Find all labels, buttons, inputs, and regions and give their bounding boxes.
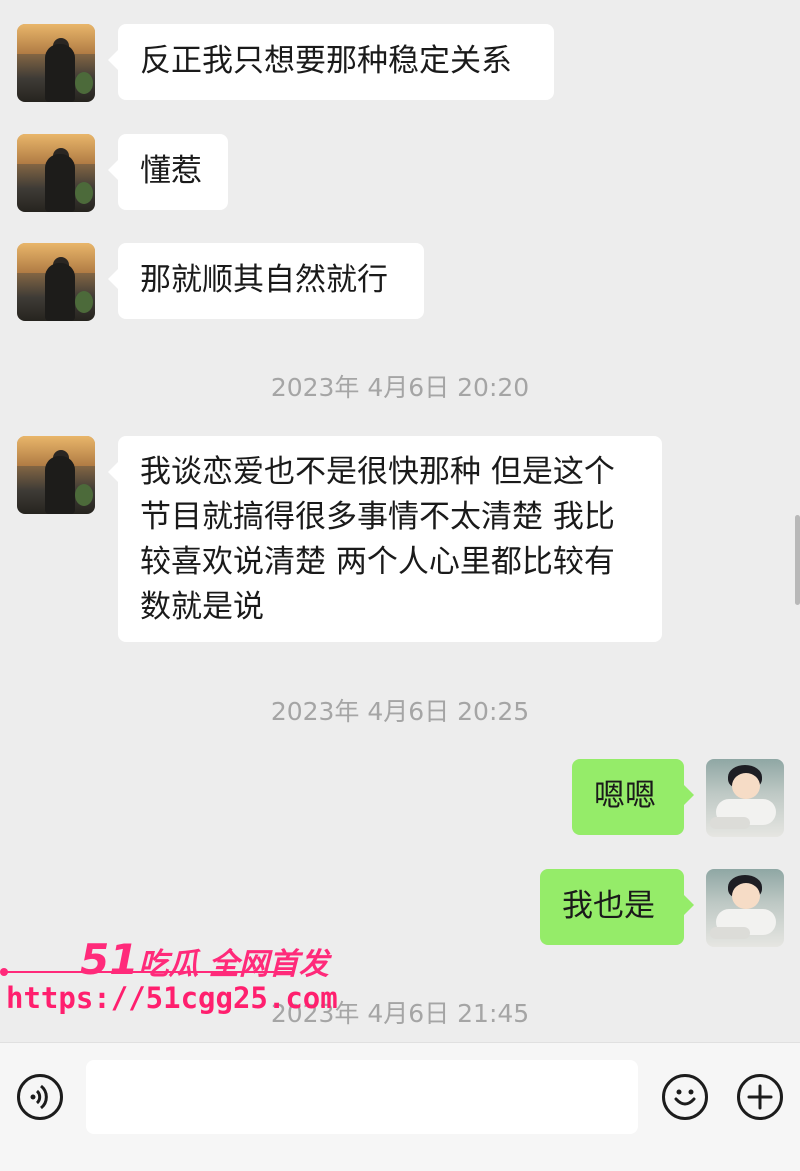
- plus-icon: [747, 1084, 773, 1110]
- watermark-rule: [2, 971, 292, 973]
- scrollbar[interactable]: [795, 515, 800, 605]
- message-line: 节目就搞得很多事情不太清楚 我比: [140, 499, 615, 535]
- my-avatar[interactable]: [706, 869, 784, 947]
- voice-icon: [30, 1084, 48, 1110]
- contact-avatar[interactable]: [17, 134, 95, 212]
- message-text: 我也是: [562, 888, 655, 924]
- message-line: 较喜欢说清楚 两个人心里都比较有: [140, 544, 615, 580]
- emoji-icon: [674, 1089, 696, 1106]
- watermark-title: 51吃瓜 全网首发: [80, 935, 329, 984]
- timestamp: 2023年 4月6日 20:20: [270, 373, 530, 402]
- contact-avatar[interactable]: [17, 243, 95, 321]
- input-toolbar: [0, 1042, 800, 1171]
- message-bubble-incoming[interactable]: 反正我只想要那种稳定关系: [108, 24, 554, 100]
- message-bubble-incoming[interactable]: 那就顺其自然就行: [108, 243, 424, 319]
- timestamp: 2023年 4月6日 20:25: [270, 697, 530, 726]
- message-text: 嗯嗯: [594, 778, 656, 814]
- message-text: 反正我只想要那种稳定关系: [140, 43, 512, 79]
- message-text: 懂惹: [140, 153, 202, 189]
- emoji-button[interactable]: [662, 1074, 708, 1120]
- watermark: 51吃瓜 全网首发 https://51cgg25.com: [0, 935, 338, 1025]
- more-button[interactable]: [737, 1074, 783, 1120]
- chat-area: 反正我只想要那种稳定关系 懂惹 那就顺其自然就行 2023年 4月6日 20:2…: [0, 0, 800, 1040]
- message-bubble-incoming[interactable]: 我谈恋爱也不是很快那种 但是这个 节目就搞得很多事情不太清楚 我比 较喜欢说清楚…: [108, 436, 662, 642]
- watermark-url: https://51cgg25.com: [6, 981, 338, 1015]
- my-avatar[interactable]: [706, 759, 784, 837]
- message-line: 数就是说: [140, 589, 264, 625]
- contact-avatar[interactable]: [17, 436, 95, 514]
- message-line: 我谈恋爱也不是很快那种 但是这个: [140, 454, 615, 490]
- watermark-text: 吃瓜 全网首发: [138, 947, 329, 982]
- watermark-number: 51: [80, 935, 139, 984]
- voice-button[interactable]: [17, 1074, 63, 1120]
- message-bubble-outgoing[interactable]: 嗯嗯: [572, 759, 694, 835]
- message-text: 那就顺其自然就行: [140, 262, 388, 298]
- message-input[interactable]: [86, 1060, 638, 1134]
- contact-avatar[interactable]: [17, 24, 95, 102]
- message-bubble-incoming[interactable]: 懂惹: [108, 134, 228, 210]
- message-bubble-outgoing[interactable]: 我也是: [540, 869, 694, 945]
